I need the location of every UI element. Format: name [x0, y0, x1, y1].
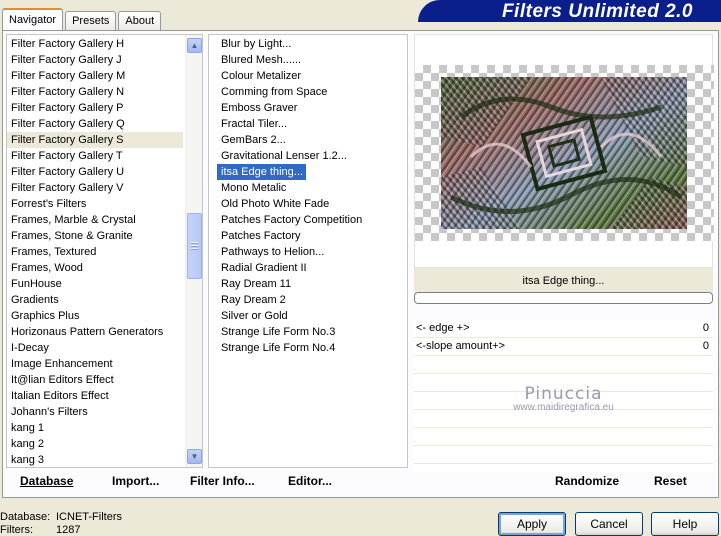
param-row-empty [414, 356, 713, 374]
app-title: Filters Unlimited 2.0 [501, 1, 693, 22]
apply-button[interactable]: Apply [498, 512, 566, 536]
category-item[interactable]: Filter Factory Gallery S [7, 132, 183, 148]
param-row-slope[interactable]: <-slope amount+> 0 [414, 338, 713, 356]
category-item[interactable]: Filter Factory Gallery H [7, 36, 183, 52]
category-item[interactable]: Filter Factory Gallery J [7, 52, 183, 68]
filter-item[interactable]: Patches Factory [217, 228, 362, 244]
param-row-empty [414, 410, 713, 428]
category-item[interactable]: kang 2 [7, 436, 183, 452]
filter-item[interactable]: Strange Life Form No.3 [217, 324, 362, 340]
category-item[interactable]: Filter Factory Gallery U [7, 164, 183, 180]
filter-item[interactable]: Silver or Gold [217, 308, 362, 324]
filter-item[interactable]: itsa Edge thing... [217, 164, 306, 180]
category-item[interactable]: It@lian Editors Effect [7, 372, 183, 388]
help-button[interactable]: Help [651, 512, 719, 536]
database-label: Database: [0, 511, 51, 523]
preview-image [415, 65, 714, 241]
filter-item[interactable]: Colour Metalizer [217, 68, 362, 84]
filter-item[interactable]: Mono Metalic [217, 180, 362, 196]
scroll-up-icon[interactable]: ▲ [187, 38, 202, 53]
filter-item[interactable]: Emboss Graver [217, 100, 362, 116]
reset-button[interactable]: Reset [654, 474, 687, 488]
filter-item[interactable]: Strange Life Form No.4 [217, 340, 362, 356]
category-item[interactable]: Image Enhancement [7, 356, 183, 372]
filter-list[interactable]: Blur by Light... Blured Mesh...... Colour … [208, 34, 408, 468]
category-item[interactable]: Forrest's Filters [7, 196, 183, 212]
category-scrollbar[interactable]: ▲ ▼ [185, 35, 202, 467]
tab-about[interactable]: About [118, 11, 162, 30]
category-item[interactable]: FunHouse [7, 276, 183, 292]
scroll-thumb[interactable] [187, 213, 202, 279]
category-item[interactable]: Filter Factory Gallery M [7, 68, 183, 84]
tab-presets[interactable]: Presets [65, 11, 117, 30]
scroll-down-icon[interactable]: ▼ [187, 449, 202, 464]
param-label: <- edge +> [416, 322, 470, 334]
filters-count: 1287 [56, 524, 81, 536]
filter-item[interactable]: Fractal Tiler... [217, 116, 362, 132]
category-item[interactable]: Filter Factory Gallery Q [7, 116, 183, 132]
filter-item[interactable]: Ray Dream 2 [217, 292, 362, 308]
randomize-button[interactable]: Randomize [555, 474, 619, 488]
filter-item[interactable]: Pathways to Helion... [217, 244, 362, 260]
filter-item[interactable]: Radial Gradient II [217, 260, 362, 276]
param-row-empty [414, 374, 713, 392]
category-list[interactable]: Filter Factory Gallery H Filter Factory G… [6, 34, 203, 468]
cancel-button[interactable]: Cancel [575, 512, 643, 536]
tab-bar: Navigator Presets About [2, 8, 163, 30]
category-item[interactable]: kang 1 [7, 420, 183, 436]
filters-label: Filters: [0, 524, 33, 536]
category-item[interactable]: I-Decay [7, 340, 183, 356]
filter-item[interactable]: Blur by Light... [217, 36, 362, 52]
param-value: 0 [702, 340, 709, 352]
param-label: <-slope amount+> [416, 340, 505, 352]
filter-item[interactable]: Patches Factory Competition [217, 212, 362, 228]
filter-item[interactable]: Blured Mesh...... [217, 52, 362, 68]
preview-art [441, 77, 687, 229]
filter-item[interactable]: Gravitational Lenser 1.2... [217, 148, 362, 164]
category-item[interactable]: Horizonaus Pattern Generators [7, 324, 183, 340]
param-row-empty [414, 446, 713, 464]
param-row-edge[interactable]: <- edge +> 0 [414, 320, 713, 338]
category-item[interactable]: Frames, Wood [7, 260, 183, 276]
category-item[interactable]: Filter Factory Gallery T [7, 148, 183, 164]
filter-item[interactable]: Comming from Space [217, 84, 362, 100]
category-item[interactable]: Frames, Textured [7, 244, 183, 260]
filter-item[interactable]: GemBars 2... [217, 132, 362, 148]
param-value: 0 [702, 322, 709, 334]
database-value: ICNET-Filters [56, 511, 122, 523]
category-item[interactable]: Frames, Stone & Granite [7, 228, 183, 244]
progress-bar [414, 292, 713, 304]
filter-item[interactable]: Ray Dream 11 [217, 276, 362, 292]
status-info: Database: ICNET-Filters Filters: 1287 [0, 511, 122, 536]
tab-navigator[interactable]: Navigator [2, 8, 64, 30]
category-item[interactable]: kang 3 [7, 452, 183, 467]
app-banner: Filters Unlimited 2.0 [418, 0, 721, 22]
category-item[interactable]: Johann's Filters [7, 404, 183, 420]
category-item[interactable]: Filter Factory Gallery P [7, 100, 183, 116]
category-item[interactable]: Filter Factory Gallery V [7, 180, 183, 196]
editor-button[interactable]: Editor... [288, 474, 332, 488]
param-row-empty [414, 392, 713, 410]
category-item[interactable]: Gradients [7, 292, 183, 308]
param-row-empty [414, 428, 713, 446]
filter-item[interactable]: Old Photo White Fade [217, 196, 362, 212]
category-item[interactable]: Frames, Marble & Crystal [7, 212, 183, 228]
selected-filter-title: itsa Edge thing... [414, 268, 713, 294]
filter-info-button[interactable]: Filter Info... [190, 474, 255, 488]
database-button[interactable]: Database [20, 474, 73, 488]
preview-panel [414, 34, 714, 268]
parameter-list: <- edge +> 0 <-slope amount+> 0 [414, 320, 713, 472]
category-item[interactable]: Italian Editors Effect [7, 388, 183, 404]
import-button[interactable]: Import... [112, 474, 159, 488]
category-item[interactable]: Graphics Plus [7, 308, 183, 324]
filter-items: Blur by Light... Blured Mesh...... Colour … [217, 36, 362, 356]
category-item[interactable]: Filter Factory Gallery N [7, 84, 183, 100]
category-items: Filter Factory Gallery H Filter Factory G… [7, 36, 183, 467]
